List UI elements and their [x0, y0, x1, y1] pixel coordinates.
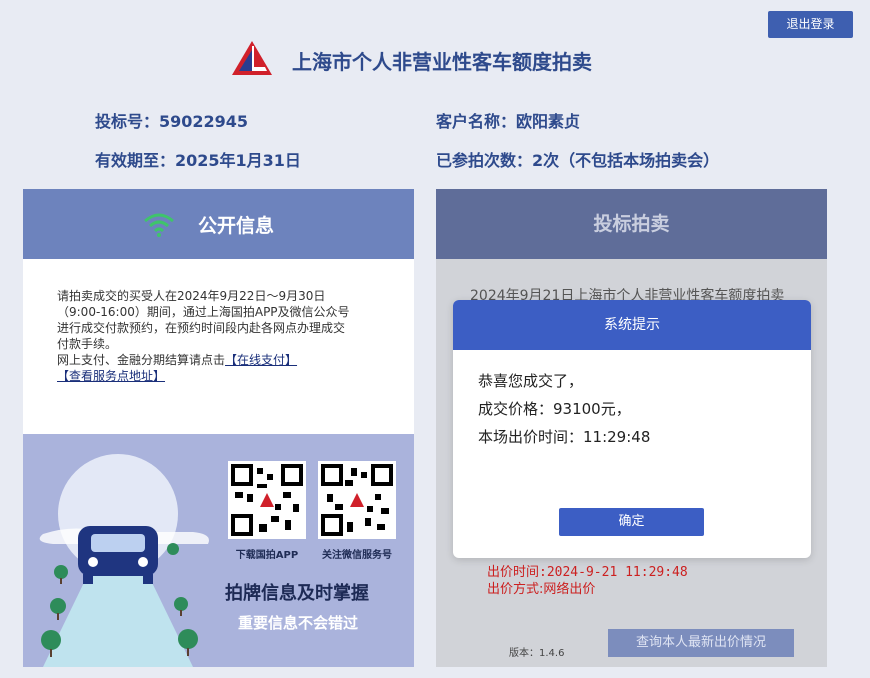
dialog-bid-time: 本场出价时间：11:29:48 [478, 428, 651, 446]
participation-count: 已参拍次数：2次（不包括本场拍卖会） [436, 151, 720, 170]
version-label: 版本：1.4.6 [509, 648, 565, 659]
notice-line: 进行成交付款预约，在预约时间段内赴各网点办理成交 [57, 321, 346, 335]
query-bid-button[interactable]: 查询本人最新出价情况 [608, 629, 794, 657]
promo-banner: 下载国拍APP 关注微信服务号 拍牌信息及时掌握 重要信息不会错过 [23, 434, 414, 667]
promo-subline: 重要信息不会错过 [238, 614, 359, 632]
qr-app-label: 下载国拍APP [235, 550, 299, 561]
online-pay-link[interactable]: 【在线支付】 [225, 353, 297, 367]
promo-headline: 拍牌信息及时掌握 [225, 583, 369, 604]
dialog-title: 系统提示 [453, 300, 811, 350]
notice-line: 网上支付、金融分期结算请点击【在线支付】 [57, 352, 387, 368]
wechat-qr-code [318, 461, 396, 539]
qr-icon [231, 464, 303, 536]
valid-until: 有效期至：2025年1月31日 [95, 151, 301, 170]
wifi-icon [144, 213, 174, 237]
public-info-header: 公开信息 [23, 189, 414, 259]
bid-number: 投标号：59022945 [95, 112, 249, 131]
payment-notice: 请拍卖成交的买受人在2024年9月22日～9月30日 （9:00-16:00）期… [57, 288, 387, 384]
notice-line: 【查看服务点地址】 [57, 368, 387, 384]
service-address-link[interactable]: 【查看服务点地址】 [57, 369, 165, 383]
public-info-title: 公开信息 [198, 215, 275, 237]
dialog-price: 成交价格：93100元， [478, 400, 631, 418]
app-qr-code [228, 461, 306, 539]
system-dialog: 系统提示 恭喜您成交了， 成交价格：93100元， 本场出价时间：11:29:4… [453, 300, 811, 558]
dialog-congrats: 恭喜您成交了， [478, 372, 584, 390]
bid-method: 出价方式:网络出价 [487, 582, 596, 597]
logo-icon [232, 41, 272, 75]
confirm-button[interactable]: 确定 [559, 508, 704, 536]
logout-button[interactable]: 退出登录 [768, 11, 853, 38]
qr-wechat-label: 关注微信服务号 [322, 550, 392, 561]
customer-name: 客户名称：欧阳素贞 [436, 112, 581, 131]
notice-line: 付款手续。 [57, 337, 118, 351]
bidding-title: 投标拍卖 [436, 189, 827, 259]
notice-pay-text: 网上支付、金融分期结算请点击 [57, 353, 226, 367]
notice-line: 请拍卖成交的买受人在2024年9月22日～9月30日 [57, 289, 326, 303]
public-info-card: 公开信息 请拍卖成交的买受人在2024年9月22日～9月30日 （9:00-16… [23, 189, 414, 667]
page-title: 上海市个人非营业性客车额度拍卖 [292, 50, 592, 74]
notice-line: （9:00-16:00）期间，通过上海国拍APP及微信公众号 [57, 305, 350, 319]
qr-icon [321, 464, 393, 536]
car-illustration [39, 454, 210, 667]
